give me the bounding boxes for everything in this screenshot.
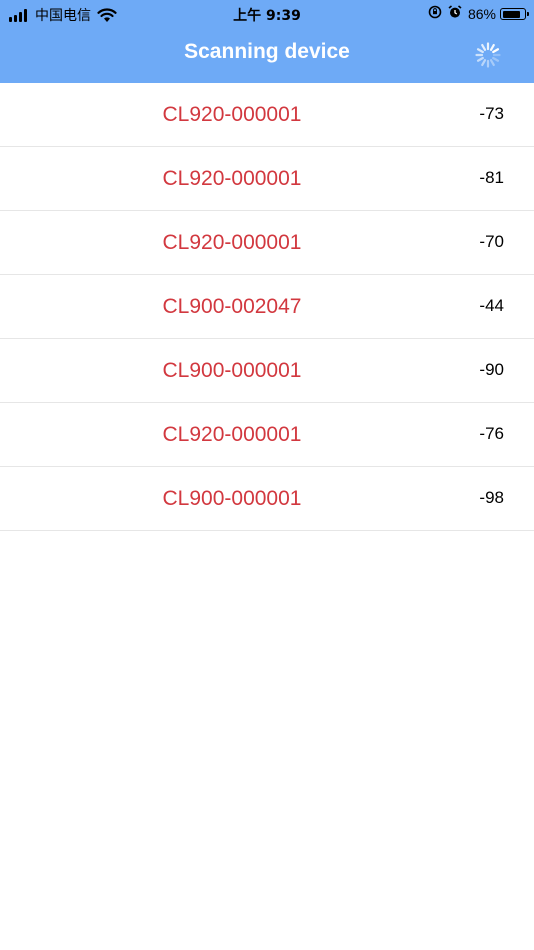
- device-name: CL900-002047: [162, 295, 302, 318]
- device-rssi: -76: [479, 424, 504, 443]
- device-rssi: -73: [479, 104, 504, 123]
- page-title: Scanning device: [184, 40, 350, 63]
- battery-icon: [500, 8, 529, 20]
- device-name: CL900-000001: [162, 487, 302, 510]
- device-rssi: -98: [479, 488, 504, 507]
- device-row[interactable]: CL920-000001 -73: [0, 83, 534, 147]
- device-rssi: -70: [479, 232, 504, 251]
- spinner-spoke: [481, 59, 487, 67]
- loading-spinner-icon: [475, 42, 501, 68]
- app-root: 中国电信 上午 9:39 86% Scanning device CL920-0…: [0, 0, 534, 950]
- status-bar: 中国电信 上午 9:39 86%: [0, 0, 534, 28]
- alarm-icon: [448, 5, 462, 23]
- device-name: CL920-000001: [162, 423, 302, 446]
- device-name: CL920-000001: [162, 167, 302, 190]
- spinner-spoke: [481, 43, 487, 51]
- device-row[interactable]: CL900-000001 -98: [0, 467, 534, 531]
- device-row[interactable]: CL920-000001 -81: [0, 147, 534, 211]
- spinner-spoke: [489, 59, 495, 67]
- orientation-lock-icon: [428, 5, 442, 23]
- battery-fill: [502, 10, 520, 18]
- battery-percent: 86%: [467, 6, 496, 22]
- device-row[interactable]: CL920-000001 -70: [0, 211, 534, 275]
- device-row[interactable]: CL900-002047 -44: [0, 275, 534, 339]
- navigation-header: 中国电信 上午 9:39 86% Scanning device: [0, 0, 534, 83]
- device-rssi: -44: [479, 296, 504, 315]
- device-rssi: -81: [479, 168, 504, 187]
- spinner-spoke: [489, 43, 495, 51]
- device-row[interactable]: CL900-000001 -90: [0, 339, 534, 403]
- spinner-spoke: [492, 56, 500, 62]
- device-row[interactable]: CL920-000001 -76: [0, 403, 534, 467]
- status-bar-right: 86%: [428, 5, 529, 23]
- device-name: CL920-000001: [162, 103, 302, 126]
- device-rssi: -90: [479, 360, 504, 379]
- spinner-spoke: [476, 56, 484, 62]
- device-list: CL920-000001 -73 CL920-000001 -81 CL920-0000…: [0, 83, 534, 531]
- device-name: CL920-000001: [162, 231, 302, 254]
- device-name: CL900-000001: [162, 359, 302, 382]
- spinner-spoke: [476, 48, 484, 54]
- spinner-spoke: [492, 48, 500, 54]
